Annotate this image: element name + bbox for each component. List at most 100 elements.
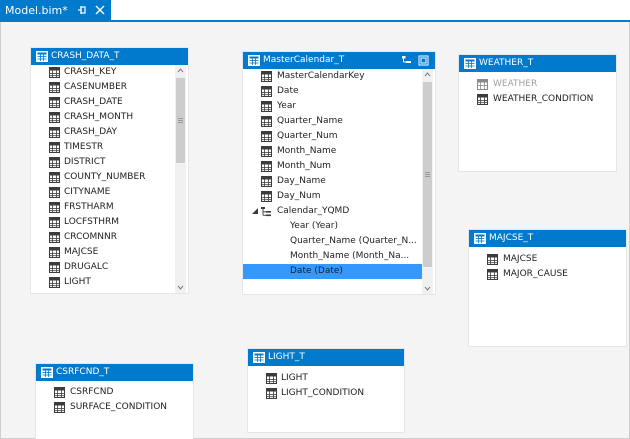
table-crash-data[interactable]: CRASH_DATA_T CRASH_KEY CASENUMBER CRASH_… bbox=[31, 48, 188, 293]
table-majcse[interactable]: MAJCSE_T MAJCSE MAJOR_CAUSE bbox=[469, 230, 626, 346]
column-icon bbox=[266, 373, 277, 384]
column-item[interactable]: Month_Name bbox=[243, 144, 423, 159]
hierarchy-level-item-selected[interactable]: Date (Date) bbox=[243, 264, 423, 279]
column-icon bbox=[54, 387, 65, 398]
hierarchy-item[interactable]: Calendar_YQMD bbox=[243, 204, 423, 219]
column-label: CSRFCND bbox=[70, 387, 114, 397]
hierarchy-icon bbox=[261, 206, 272, 217]
column-label: MAJCSE bbox=[503, 254, 538, 264]
maximize-icon[interactable] bbox=[418, 55, 429, 66]
column-item[interactable]: MAJCSE bbox=[31, 245, 176, 260]
column-label: DRUGALC bbox=[64, 262, 109, 272]
column-label: LIGHT bbox=[281, 373, 308, 383]
column-icon bbox=[49, 202, 60, 213]
collapse-triangle-icon[interactable] bbox=[250, 206, 261, 217]
column-item[interactable]: CRASH_DATE bbox=[31, 95, 176, 110]
column-item[interactable]: Day_Num bbox=[243, 189, 423, 204]
column-item[interactable]: CASENUMBER bbox=[31, 80, 176, 95]
column-label: LIGHT_CONDITION bbox=[281, 388, 365, 398]
column-icon bbox=[261, 131, 272, 142]
table-header[interactable]: CSRFCND_T bbox=[36, 364, 193, 381]
create-hierarchy-icon[interactable] bbox=[401, 55, 412, 66]
column-icon bbox=[477, 94, 488, 105]
column-item-hidden[interactable]: WEATHER bbox=[459, 77, 616, 92]
hierarchy-level-item[interactable]: Quarter_Name (Quarter_N... bbox=[243, 234, 423, 249]
column-item[interactable]: Date bbox=[243, 84, 423, 99]
column-item[interactable]: CRCOMNNR bbox=[31, 230, 176, 245]
table-master-calendar[interactable]: MasterCalendar_T MasterCalendarKey Date … bbox=[243, 52, 435, 294]
column-icon bbox=[49, 142, 60, 153]
table-title: WEATHER_T bbox=[479, 58, 534, 68]
column-icon bbox=[487, 269, 498, 280]
column-item[interactable]: CSRFCND bbox=[36, 385, 193, 400]
table-header[interactable]: LIGHT_T bbox=[248, 349, 404, 366]
table-weather[interactable]: WEATHER_T WEATHER WEATHER_CONDITION bbox=[459, 55, 616, 171]
column-item[interactable]: Month_Num bbox=[243, 159, 423, 174]
scroll-up-arrow-icon[interactable] bbox=[175, 65, 186, 76]
column-item[interactable]: DRUGALC bbox=[31, 260, 176, 275]
scroll-thumb[interactable] bbox=[176, 78, 185, 163]
column-item[interactable]: CITYNAME bbox=[31, 185, 176, 200]
table-csrfcnd[interactable]: CSRFCND_T CSRFCND SURFACE_CONDITION bbox=[36, 364, 193, 439]
column-item[interactable]: DISTRICT bbox=[31, 155, 176, 170]
column-item[interactable]: CRASH_KEY bbox=[31, 65, 176, 80]
column-label: Day_Name bbox=[277, 176, 326, 186]
column-item[interactable]: COUNTY_NUMBER bbox=[31, 170, 176, 185]
column-item[interactable]: FRSTHARM bbox=[31, 200, 176, 215]
vertical-scrollbar[interactable] bbox=[175, 65, 186, 293]
column-item[interactable]: LIGHT bbox=[31, 275, 176, 290]
column-item[interactable]: MAJCSE bbox=[469, 252, 626, 267]
column-label: CRASH_DATE bbox=[64, 97, 123, 107]
table-grid-icon bbox=[41, 367, 53, 378]
vertical-scrollbar[interactable] bbox=[422, 69, 433, 294]
column-item[interactable]: CRASH_DAY bbox=[31, 125, 176, 140]
scroll-up-arrow-icon[interactable] bbox=[422, 69, 433, 80]
column-item[interactable]: WEATHER_CONDITION bbox=[459, 92, 616, 107]
scroll-down-arrow-icon[interactable] bbox=[422, 283, 433, 294]
table-title: CSRFCND_T bbox=[56, 367, 110, 377]
level-label: Year (Year) bbox=[290, 221, 338, 231]
column-icon bbox=[49, 67, 60, 78]
column-item[interactable]: LIGHT bbox=[248, 371, 404, 386]
column-item[interactable]: Quarter_Name bbox=[243, 114, 423, 129]
tab-model-bim[interactable]: Model.bim* bbox=[0, 0, 111, 21]
scroll-thumb[interactable] bbox=[423, 82, 432, 267]
table-header[interactable]: MAJCSE_T bbox=[469, 230, 626, 247]
column-item[interactable]: Day_Name bbox=[243, 174, 423, 189]
column-icon bbox=[49, 217, 60, 228]
column-item[interactable]: LOCFSTHRM bbox=[31, 215, 176, 230]
level-label: Date (Date) bbox=[290, 266, 343, 276]
document-tab-strip: Model.bim* bbox=[0, 0, 630, 22]
grip-icon bbox=[425, 172, 430, 177]
diagram-canvas[interactable]: CRASH_DATA_T CRASH_KEY CASENUMBER CRASH_… bbox=[0, 22, 630, 439]
table-header[interactable]: WEATHER_T bbox=[459, 55, 616, 72]
column-icon bbox=[49, 172, 60, 183]
table-header[interactable]: CRASH_DATA_T bbox=[31, 48, 188, 65]
column-item[interactable]: MasterCalendarKey bbox=[243, 69, 423, 84]
column-icon bbox=[49, 97, 60, 108]
column-item[interactable]: CRASH_MONTH bbox=[31, 110, 176, 125]
column-item[interactable]: LIGHT_CONDITION bbox=[248, 386, 404, 401]
close-icon[interactable] bbox=[94, 4, 106, 16]
hierarchy-level-item[interactable]: Month_Name (Month_Na... bbox=[243, 249, 423, 264]
column-item[interactable]: MAJOR_CAUSE bbox=[469, 267, 626, 282]
hierarchy-level-item[interactable]: Year (Year) bbox=[243, 219, 423, 234]
table-header[interactable]: MasterCalendar_T bbox=[243, 52, 435, 69]
column-item[interactable]: Year bbox=[243, 99, 423, 114]
column-list: MasterCalendarKey Date Year Quarter_Name… bbox=[243, 69, 423, 294]
column-icon bbox=[266, 388, 277, 399]
table-title: MAJCSE_T bbox=[489, 233, 534, 243]
column-item[interactable]: SURFACE_CONDITION bbox=[36, 400, 193, 415]
pin-icon[interactable] bbox=[77, 4, 87, 16]
column-item[interactable]: Quarter_Num bbox=[243, 129, 423, 144]
column-label: SURFACE_CONDITION bbox=[70, 402, 168, 412]
column-item[interactable]: TIMESTR bbox=[31, 140, 176, 155]
table-grid-icon bbox=[36, 51, 48, 62]
scroll-down-arrow-icon[interactable] bbox=[175, 282, 186, 293]
column-label: WEATHER bbox=[493, 79, 538, 89]
table-light[interactable]: LIGHT_T LIGHT LIGHT_CONDITION bbox=[248, 349, 404, 432]
column-icon bbox=[261, 176, 272, 187]
column-icon bbox=[49, 232, 60, 243]
table-title: MasterCalendar_T bbox=[263, 55, 345, 65]
column-icon bbox=[261, 116, 272, 127]
